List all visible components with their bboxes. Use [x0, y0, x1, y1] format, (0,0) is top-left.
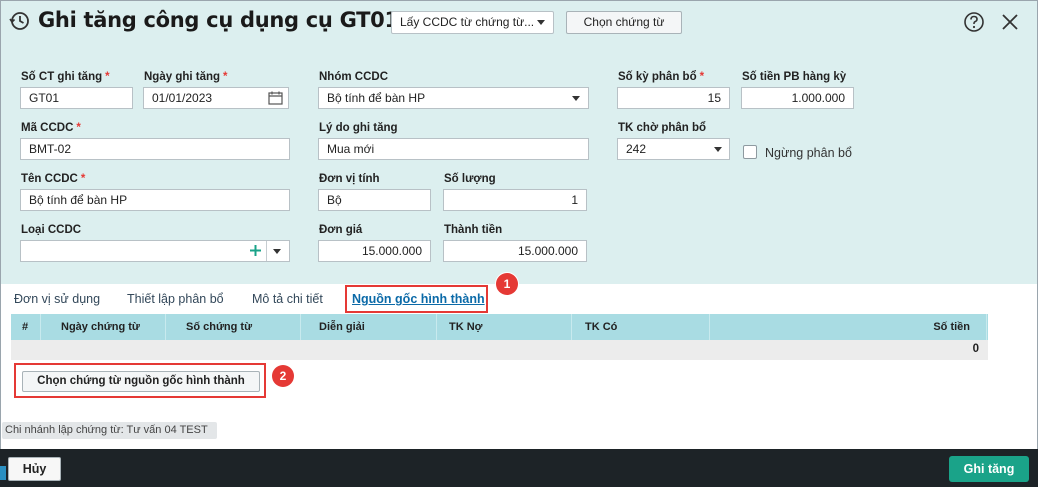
chevron-down-icon [537, 20, 545, 25]
col-tk-no: TK Nợ [449, 321, 483, 333]
callout-badge-2: 2 [272, 365, 294, 387]
tab-don-vi-su-dung[interactable]: Đơn vị sử dụng [14, 292, 100, 306]
divider [165, 314, 166, 340]
history-icon [9, 12, 29, 30]
chevron-down-icon [572, 96, 580, 101]
col-index: # [22, 321, 29, 333]
nhom-ccdc-label: Nhóm CCDC [319, 71, 388, 83]
tab-mo-ta-chi-tiet[interactable]: Mô tả chi tiết [252, 292, 323, 306]
divider [571, 314, 572, 340]
calendar-icon[interactable] [268, 91, 283, 105]
don-vi-tinh-input[interactable]: Bộ [318, 189, 431, 211]
so-ct-input[interactable]: GT01 [20, 87, 133, 109]
so-tien-pb-input[interactable]: 1.000.000 [741, 87, 854, 109]
col-so-tien: Số tiền [933, 321, 970, 333]
so-ky-input[interactable]: 15 [617, 87, 730, 109]
source-select-value: Lấy CCDC từ chứng từ... [400, 15, 535, 29]
divider [986, 314, 987, 340]
ly-do-input[interactable]: Mua mới [318, 138, 589, 160]
so-ky-label: Số kỳ phân bổ * [618, 71, 705, 83]
help-icon[interactable] [963, 11, 985, 33]
divider [436, 314, 437, 340]
callout-badge-1: 1 [496, 273, 518, 295]
nhom-ccdc-select[interactable]: Bộ tính để bàn HP [318, 87, 589, 109]
divider [266, 241, 267, 261]
so-luong-label: Số lượng [444, 173, 496, 185]
so-ct-label: Số CT ghi tăng * [21, 71, 110, 83]
col-so-chung-tu: Số chứng từ [186, 321, 253, 333]
thanh-tien-input[interactable]: 15.000.000 [443, 240, 587, 262]
choose-voucher-button[interactable]: Chọn chứng từ [566, 11, 682, 34]
divider [709, 314, 710, 340]
so-tien-pb-label: Số tiền PB hàng kỳ [742, 71, 847, 83]
ngung-phan-bo-label: Ngừng phân bổ [765, 146, 852, 160]
page-title: Ghi tăng công cụ dụng cụ GT01 [38, 8, 399, 32]
don-gia-input[interactable]: 15.000.000 [318, 240, 431, 262]
tk-cho-label: TK chờ phân bổ [618, 122, 707, 134]
ma-ccdc-label: Mã CCDC * [21, 122, 81, 134]
save-button[interactable]: Ghi tăng [949, 456, 1029, 482]
source-select[interactable]: Lấy CCDC từ chứng từ... [391, 11, 554, 34]
ly-do-label: Lý do ghi tăng [319, 122, 398, 134]
plus-icon[interactable] [249, 244, 262, 257]
col-tk-co: TK Có [585, 321, 618, 333]
col-ngay-chung-tu: Ngày chứng từ [61, 321, 140, 333]
chevron-down-icon [714, 147, 722, 152]
ten-ccdc-label: Tên CCDC * [21, 173, 86, 185]
callout-box-1 [345, 285, 488, 313]
table-header: # Ngày chứng từ Số chứng từ Diễn giải TK… [11, 314, 988, 340]
ma-ccdc-input[interactable]: BMT-02 [20, 138, 290, 160]
tab-thiet-lap-phan-bo[interactable]: Thiết lập phân bổ [127, 292, 224, 306]
collapse-handle[interactable] [0, 466, 6, 480]
close-icon[interactable] [1000, 12, 1020, 32]
so-luong-input[interactable]: 1 [443, 189, 587, 211]
loai-ccdc-label: Loại CCDC [21, 224, 82, 236]
thanh-tien-label: Thành tiền [444, 224, 503, 236]
table-total-row: 0 [11, 340, 988, 360]
chevron-down-icon[interactable] [273, 249, 281, 254]
ten-ccdc-input[interactable]: Bộ tính để bàn HP [20, 189, 290, 211]
cancel-button[interactable]: Hủy [8, 457, 61, 481]
total-amount: 0 [972, 343, 979, 355]
don-gia-label: Đơn giá [319, 224, 363, 236]
footer-bar [0, 449, 1038, 487]
ngay-ghi-tang-label: Ngày ghi tăng * [144, 71, 228, 83]
branch-info: Chi nhánh lập chứng từ: Tư vấn 04 TEST [2, 422, 217, 439]
ngung-phan-bo-checkbox[interactable] [743, 145, 757, 159]
callout-box-2 [14, 363, 266, 398]
don-vi-tinh-label: Đơn vị tính [319, 173, 380, 185]
divider [40, 314, 41, 340]
divider [300, 314, 301, 340]
col-dien-giai: Diễn giải [319, 321, 365, 333]
